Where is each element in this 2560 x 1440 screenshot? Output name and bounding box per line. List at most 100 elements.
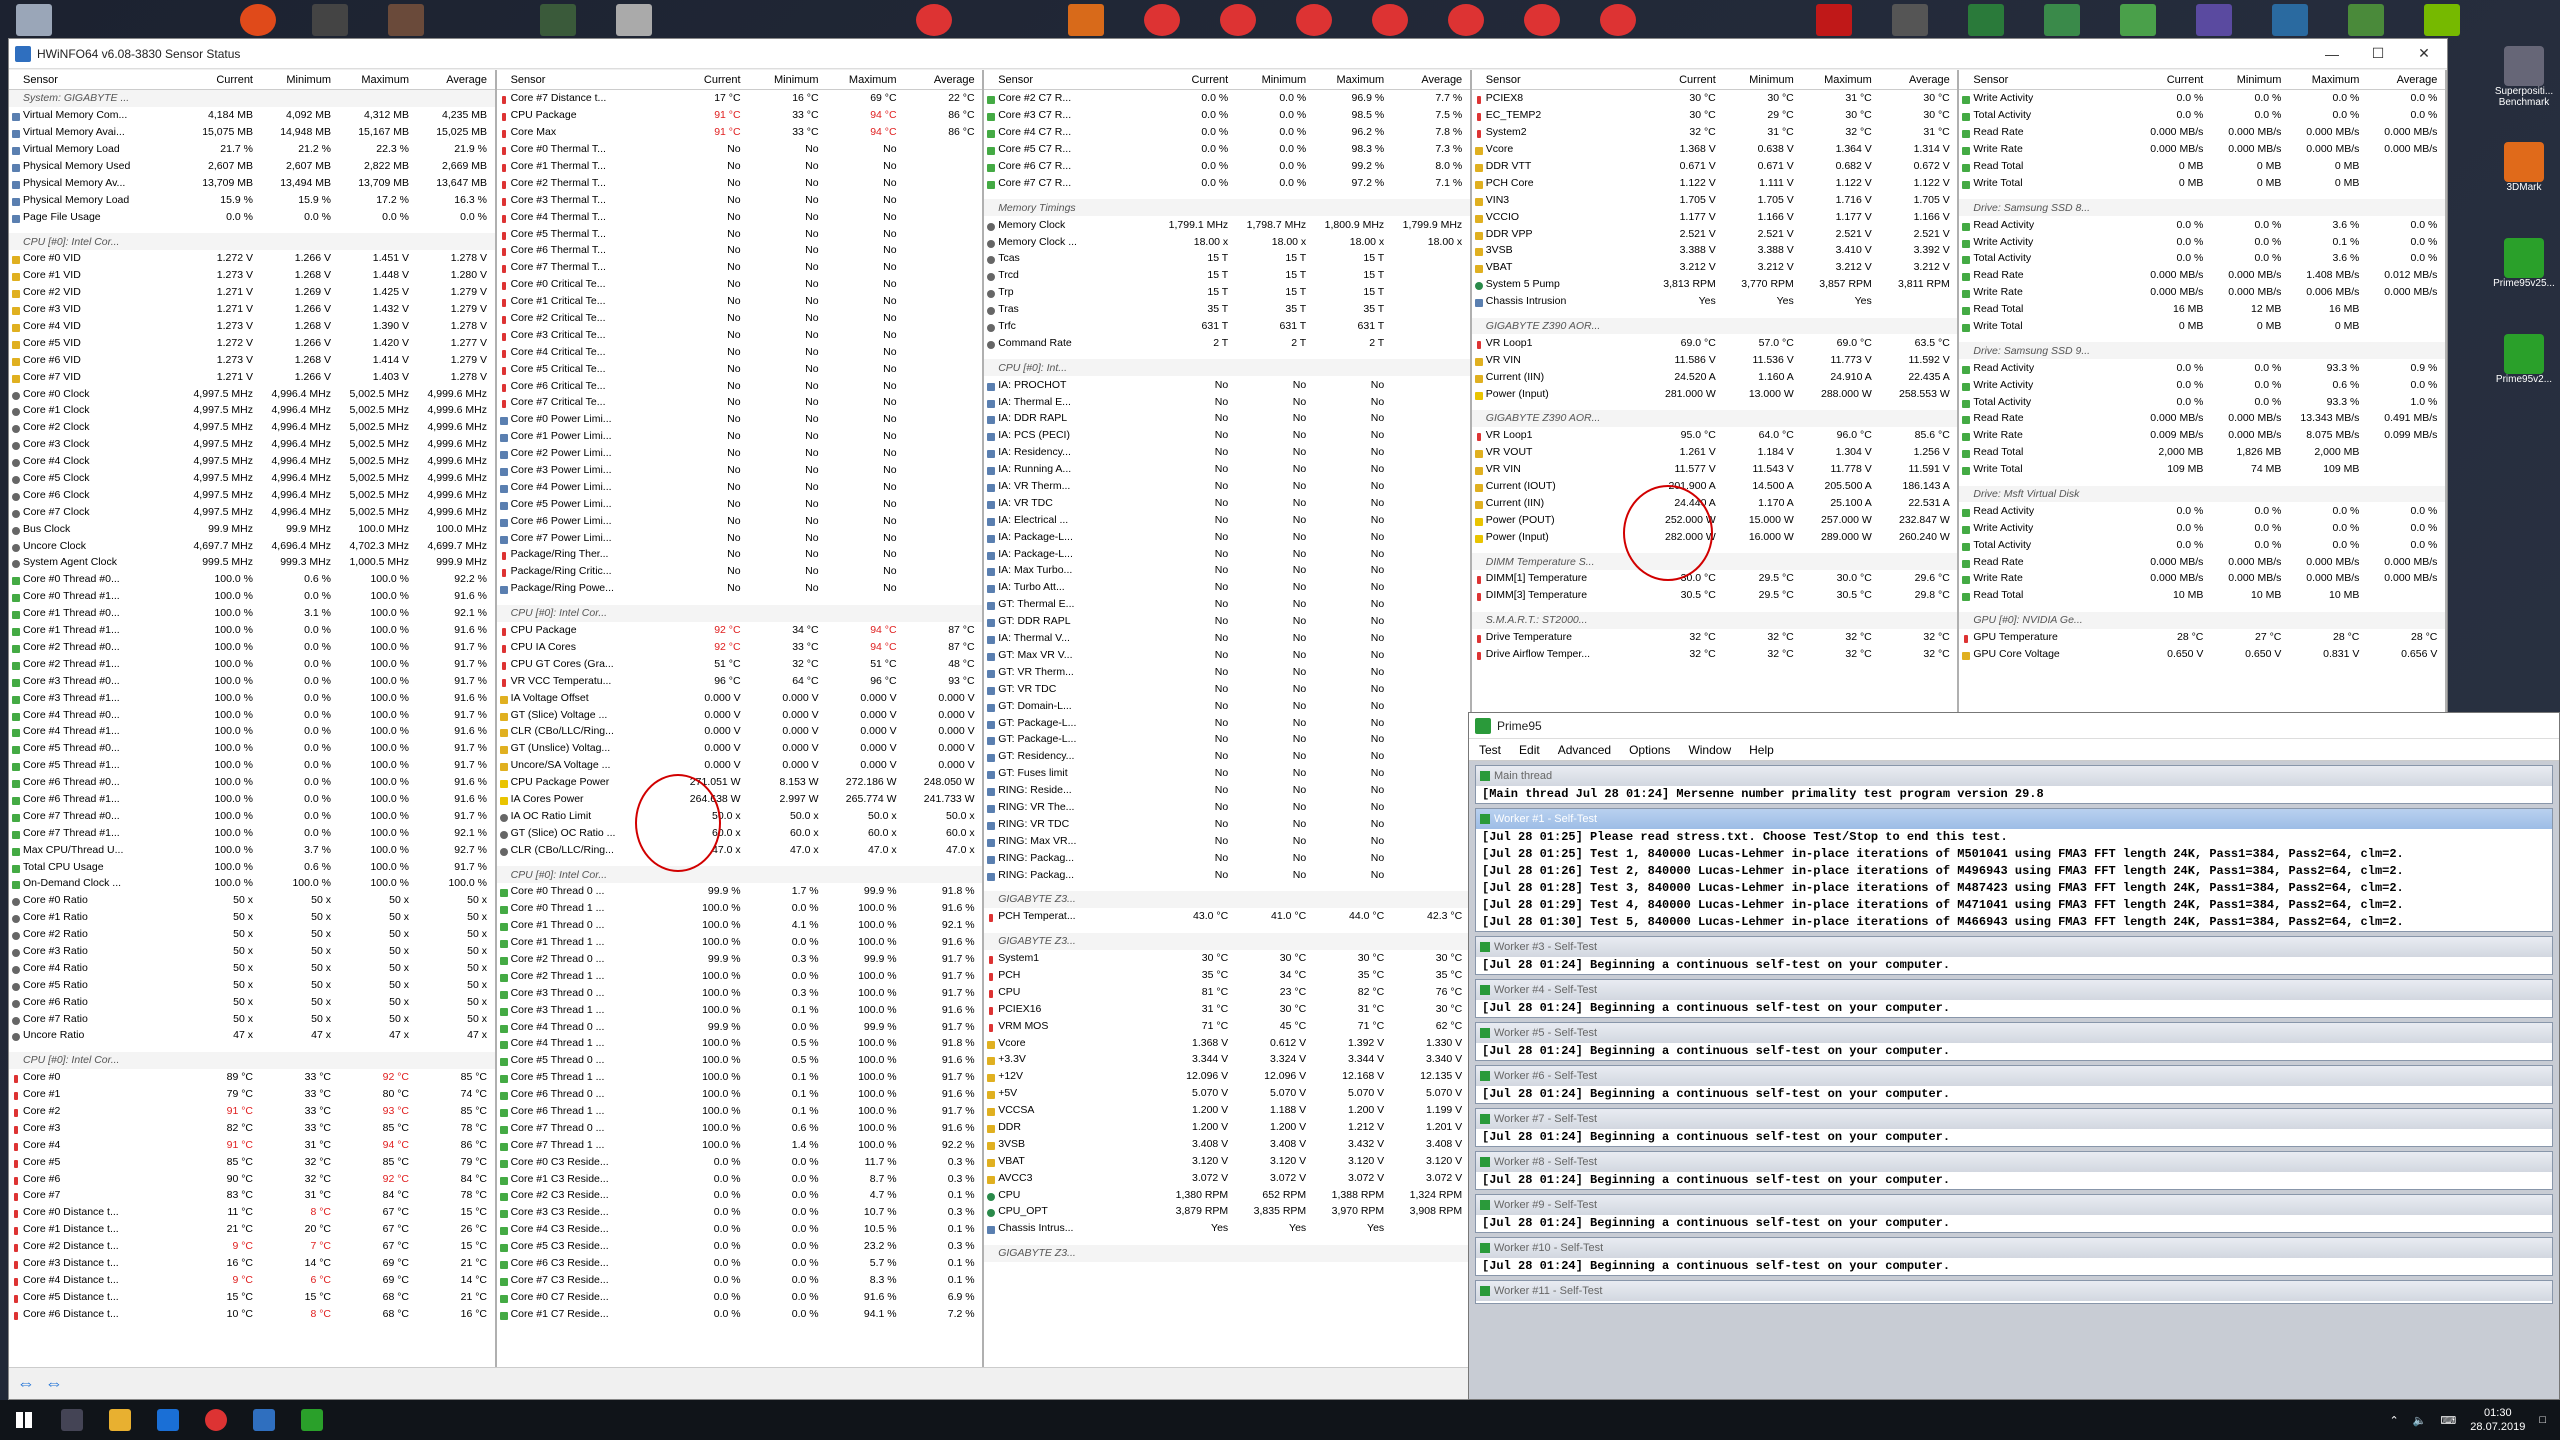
sensor-row[interactable]: GT (Slice) Voltage ... 0.000 V 0.000 V 0.00…	[497, 706, 983, 723]
column-header-sensor[interactable]: Sensor	[497, 74, 667, 86]
sensor-row[interactable]: Core #6 Critical Te... No No No	[497, 377, 983, 394]
sensor-row[interactable]: Core #7 Thread 0 ... 100.0 % 0.6 % 100.0 % 9…	[497, 1119, 983, 1136]
sensor-row[interactable]: Core #2 Thread 1 ... 100.0 % 0.0 % 100.0 % 9…	[497, 967, 983, 984]
sensor-row[interactable]: Core #3 C3 Reside... 0.0 % 0.0 % 10.7 % 0.3 …	[497, 1204, 983, 1221]
column-header-sensor[interactable]: Sensor	[984, 74, 1154, 86]
sensor-row[interactable]: Core #2 Distance t... 9 °C 7 °C 67 °C 15 °C	[9, 1238, 495, 1255]
sensor-row[interactable]: Package/Ring Critic... No No No	[497, 563, 983, 580]
sensor-row[interactable]: Core #6 90 °C 32 °C 92 °C 84 °C	[9, 1170, 495, 1187]
chrome-icon[interactable]	[916, 4, 952, 36]
sensor-row[interactable]: IA: Max Turbo... No No No	[984, 562, 1470, 579]
sensor-row[interactable]: Core #6 VID 1.273 V 1.268 V 1.414 V 1.279 V	[9, 351, 495, 368]
sensor-row[interactable]: Physical Memory Load 15.9 % 15.9 % 17.2 % 16…	[9, 191, 495, 208]
sensor-row[interactable]: Core #1 Thread #0... 100.0 % 3.1 % 100.0 % 9…	[9, 605, 495, 622]
sensor-row[interactable]: Core #6 Thread 1 ... 100.0 % 0.1 % 100.0 % 9…	[497, 1103, 983, 1120]
tool-shortcut-icon[interactable]	[2272, 4, 2308, 36]
column-header-minimum[interactable]: Minimum	[257, 74, 335, 86]
sensor-row[interactable]: Core #5 Thread #1... 100.0 % 0.0 % 100.0 % 9…	[9, 757, 495, 774]
sensor-row[interactable]: Core #7 Thermal T... No No No	[497, 259, 983, 276]
sensor-row[interactable]: Core #2 Clock 4,997.5 MHz 4,996.4 MHz 5,002…	[9, 419, 495, 436]
sensor-row[interactable]: CPU_OPT 3,879 RPM 3,835 RPM 3,970 RPM 3,908 …	[984, 1203, 1470, 1220]
sensor-row[interactable]: VR VCC Temperatu... 96 °C 64 °C 96 °C 93 °C	[497, 672, 983, 689]
sensor-group-header[interactable]: GIGABYTE Z3...	[984, 932, 1470, 950]
sensor-row[interactable]: Core #3 Distance t... 16 °C 14 °C 69 °C 21 °…	[9, 1255, 495, 1272]
sensor-row[interactable]: Core #7 Power Limi... No No No	[497, 529, 983, 546]
sensor-row[interactable]: CPU Package Power 271.051 W 8.153 W 272.186…	[497, 774, 983, 791]
sensor-row[interactable]: Core #7 Distance t... 17 °C 16 °C 69 °C 22 °…	[497, 90, 983, 107]
sensor-row[interactable]: Core #2 Thread #1... 100.0 % 0.0 % 100.0 % 9…	[9, 655, 495, 672]
sensor-row[interactable]: Uncore Clock 4,697.7 MHz 4,696.4 MHz 4,702.…	[9, 537, 495, 554]
sensor-row[interactable]: Core #0 Critical Te... No No No	[497, 276, 983, 293]
sensor-row[interactable]: Read Rate 0.000 MB/s 0.000 MB/s 13.343 MB/s…	[1959, 410, 2445, 427]
sensor-row[interactable]: Core #0 Thermal T... No No No	[497, 141, 983, 158]
tool-shortcut-icon[interactable]	[2044, 4, 2080, 36]
sensor-row[interactable]: Bus Clock 99.9 MHz 99.9 MHz 100.0 MHz 100.0 …	[9, 520, 495, 537]
sensor-row[interactable]: Write Total 0 MB 0 MB 0 MB	[1959, 174, 2445, 191]
sensor-group-header[interactable]: S.M.A.R.T.: ST2000...	[1471, 611, 1958, 629]
sensor-row[interactable]: Core #3 Thread #0... 100.0 % 0.0 % 100.0 % 9…	[9, 672, 495, 689]
sensor-row[interactable]: IA Cores Power 264.638 W 2.997 W 265.774 W2…	[497, 791, 983, 808]
sensor-row[interactable]: Core #4 Distance t... 9 °C 6 °C 69 °C 14 °C	[9, 1271, 495, 1288]
sensor-row[interactable]: PCIEX8 30 °C 30 °C 31 °C 30 °C	[1472, 90, 1958, 107]
sensor-row[interactable]: Core #3 Clock 4,997.5 MHz 4,996.4 MHz 5,002…	[9, 436, 495, 453]
sensor-row[interactable]: Physical Memory Used 2,607 MB 2,607 MB 2,82…	[9, 158, 495, 175]
sensor-row[interactable]: Package/Ring Powe... No No No	[497, 580, 983, 597]
column-header-average[interactable]: Average	[1388, 74, 1466, 86]
sensor-row[interactable]: CLR (CBo/LLC/Ring... 47.0 x 47.0 x 47.0 x 47…	[497, 841, 983, 858]
sensor-row[interactable]: Core #0 C7 Reside... 0.0 % 0.0 % 91.6 % 6.9 …	[497, 1288, 983, 1305]
worker-panel[interactable]: Worker #5 - Self-Test [Jul 28 01:24] Begi…	[1475, 1022, 2553, 1061]
sensor-group-header[interactable]: Memory Timings	[984, 199, 1470, 217]
sensor-row[interactable]: Power (Input) 282.000 W 16.000 W 289.000 W2…	[1472, 528, 1958, 545]
sensor-row[interactable]: Physical Memory Av... 13,709 MB 13,494 MB 1…	[9, 174, 495, 191]
sensor-row[interactable]: IA: Running A... No No No	[984, 461, 1470, 478]
sensor-row[interactable]: RING: Reside... No No No	[984, 782, 1470, 799]
sensor-group-header[interactable]: CPU [#0]: Int...	[984, 359, 1470, 377]
worker-panel[interactable]: Worker #6 - Self-Test [Jul 28 01:24] Begi…	[1475, 1065, 2553, 1104]
aida64-icon[interactable]	[1816, 4, 1852, 36]
sensor-row[interactable]: 3VSB 3.408 V 3.408 V 3.432 V 3.408 V	[984, 1135, 1470, 1152]
sensor-row[interactable]: DIMM[3] Temperature 30.5 °C 29.5 °C 30.5 °C…	[1472, 587, 1958, 604]
sensor-row[interactable]: VIN3 1.705 V 1.705 V 1.716 V 1.705 V	[1472, 191, 1958, 208]
sensor-row[interactable]: EC_TEMP2 30 °C 29 °C 30 °C 30 °C	[1472, 107, 1958, 124]
sensor-row[interactable]: GT: Residency... No No No	[984, 748, 1470, 765]
sensor-row[interactable]: Core #2 C7 R... 0.0 % 0.0 % 96.9 % 7.7 %	[984, 90, 1470, 107]
worker-panel[interactable]: Worker #3 - Self-Test [Jul 28 01:24] Begi…	[1475, 936, 2553, 975]
sensor-row[interactable]: Read Rate 0.000 MB/s 0.000 MB/s 1.408 MB/s 0…	[1959, 267, 2445, 284]
sensor-row[interactable]: Core #4 VID 1.273 V 1.268 V 1.390 V 1.278 V	[9, 318, 495, 335]
sensor-row[interactable]: IA: Thermal V... No No No	[984, 630, 1470, 647]
game-shortcut-icon[interactable]	[312, 4, 348, 36]
sensor-row[interactable]: Core #2 Ratio 50 x 50 x 50 x 50 x	[9, 926, 495, 943]
taskbar-outlook[interactable]	[144, 1400, 192, 1440]
sensor-row[interactable]: IA: DDR RAPL No No No	[984, 410, 1470, 427]
sensor-row[interactable]: Core #1 Power Limi... No No No	[497, 428, 983, 445]
game-shortcut-icon[interactable]	[388, 4, 424, 36]
sensor-row[interactable]: Core #0 Power Limi... No No No	[497, 411, 983, 428]
sensor-row[interactable]: Core #4 Power Limi... No No No	[497, 478, 983, 495]
prime95-shortcut[interactable]: Prime95v25...	[2488, 232, 2560, 328]
sensor-row[interactable]: Write Rate 0.009 MB/s 0.000 MB/s 8.075 MB/s…	[1959, 427, 2445, 444]
column-header-minimum[interactable]: Minimum	[745, 74, 823, 86]
sensor-group-header[interactable]: Drive: Samsung SSD 9...	[1959, 342, 2445, 360]
sensor-row[interactable]: Core #6 Power Limi... No No No	[497, 512, 983, 529]
sensor-row[interactable]: GPU Core Voltage 0.650 V 0.650 V 0.831 V 0.6…	[1959, 646, 2445, 663]
prime95-titlebar[interactable]: Prime95	[1469, 713, 2559, 739]
sensor-row[interactable]: Core #0 Thread 1 ... 100.0 % 0.0 % 100.0 % 9…	[497, 900, 983, 917]
sensor-row[interactable]: Core #2 VID 1.271 V 1.269 V 1.425 V 1.279 V	[9, 284, 495, 301]
sensor-row[interactable]: Core #4 Clock 4,997.5 MHz 4,996.4 MHz 5,002…	[9, 453, 495, 470]
sensor-row[interactable]: On-Demand Clock ... 100.0 % 100.0 % 100.0 %…	[9, 875, 495, 892]
sensor-row[interactable]: Core #7 C3 Reside... 0.0 % 0.0 % 8.3 % 0.1 %	[497, 1271, 983, 1288]
sensor-row[interactable]: Core #5 Thread 0 ... 100.0 % 0.5 % 100.0 % 9…	[497, 1052, 983, 1069]
nvidia-icon[interactable]	[2424, 4, 2460, 36]
sensor-row[interactable]: Read Total 10 MB 10 MB 10 MB	[1959, 587, 2445, 604]
sensor-row[interactable]: RING: VR TDC No No No	[984, 815, 1470, 832]
sensor-row[interactable]: Core #5 Critical Te... No No No	[497, 360, 983, 377]
superposition-shortcut[interactable]: Superpositi... Benchmark	[2488, 40, 2560, 136]
notification-icon[interactable]: □	[2539, 1414, 2546, 1426]
sensor-row[interactable]: Core #5 Distance t... 15 °C 15 °C 68 °C 21 °…	[9, 1288, 495, 1305]
close-button[interactable]: ✕	[2401, 39, 2447, 69]
sensor-row[interactable]: Drive Temperature 32 °C 32 °C 32 °C 32 °C	[1472, 629, 1958, 646]
sensor-row[interactable]: RING: Packag... No No No	[984, 849, 1470, 866]
sensor-row[interactable]: Core #5 C3 Reside... 0.0 % 0.0 % 23.2 % 0.3 …	[497, 1238, 983, 1255]
sensor-row[interactable]: Core #3 Thermal T... No No No	[497, 191, 983, 208]
chrome-icon[interactable]	[1448, 4, 1484, 36]
